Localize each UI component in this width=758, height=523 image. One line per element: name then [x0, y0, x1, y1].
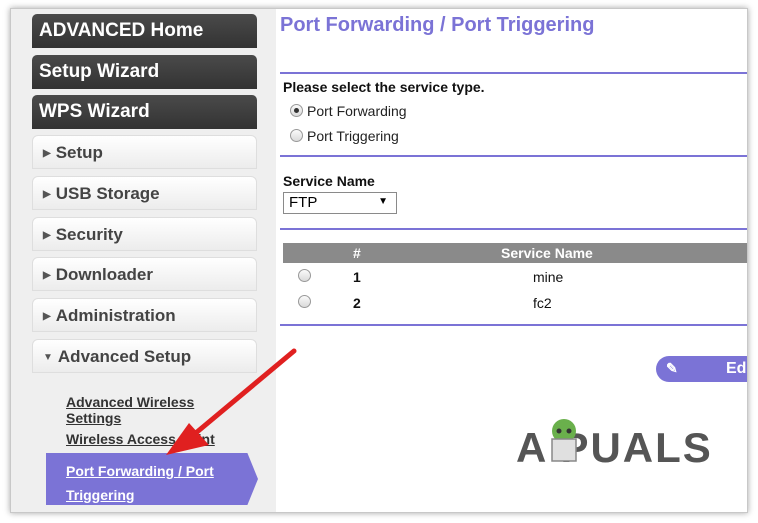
service-name-select[interactable]: FTP ▼ [283, 192, 397, 214]
sidebar-item-setup[interactable]: ▶ Setup [32, 135, 257, 169]
row-number: 2 [353, 295, 361, 311]
table-row[interactable]: 2 fc2 [283, 291, 747, 315]
submenu-label: Port Forwarding / Port [66, 463, 214, 479]
edit-button[interactable]: ✎ Edit [656, 356, 747, 382]
setup-wizard-label: Setup Wizard [39, 61, 160, 82]
sidebar-item-label: Setup [55, 143, 103, 162]
page-title: Port Forwarding / Port Triggering [280, 14, 595, 36]
service-name-value: FTP [289, 194, 318, 211]
row-select-radio[interactable] [298, 295, 311, 308]
main-content: Port Forwarding / Port Triggering Please… [276, 9, 747, 512]
sidebar-item-usb-storage[interactable]: ▶ USB Storage [32, 176, 257, 210]
column-header-service-name: Service Name [501, 245, 593, 261]
row-select-radio[interactable] [298, 269, 311, 282]
triangle-right-icon: ▶ [43, 189, 51, 200]
service-type-label: Please select the service type. [283, 79, 485, 95]
advanced-home-label: ADVANCED Home [39, 20, 204, 41]
wps-wizard-button[interactable]: WPS Wizard [32, 95, 257, 129]
sidebar-nav: ADVANCED Home Setup Wizard WPS Wizard ▶ S… [11, 9, 276, 512]
radio-port-forwarding[interactable]: Port Forwarding [290, 103, 407, 119]
sidebar-item-administration[interactable]: ▶ Administration [32, 298, 257, 332]
triangle-right-icon: ▶ [43, 148, 51, 159]
divider [280, 72, 747, 74]
watermark-mascot-icon [551, 419, 577, 462]
submenu-label: Triggering [66, 487, 135, 503]
service-table-header: # Service Name [283, 243, 747, 263]
sidebar-item-downloader[interactable]: ▶ Downloader [32, 257, 257, 291]
dropdown-arrow-icon: ▼ [378, 196, 388, 207]
triangle-right-icon: ▶ [43, 270, 51, 281]
submenu-port-forwarding-active[interactable]: Port Forwarding / Port Triggering [46, 453, 258, 505]
radio-button-checked[interactable] [290, 104, 303, 117]
row-number: 1 [353, 269, 361, 285]
sidebar-item-label: USB Storage [55, 184, 160, 203]
radio-button[interactable] [290, 129, 303, 142]
wps-wizard-label: WPS Wizard [39, 101, 150, 122]
sidebar-item-label: Advanced Setup [57, 347, 192, 366]
divider [280, 155, 747, 157]
router-admin-window: ADVANCED Home Setup Wizard WPS Wizard ▶ S… [10, 8, 748, 513]
triangle-right-icon: ▶ [43, 311, 51, 322]
pencil-icon: ✎ [666, 360, 678, 376]
table-row[interactable]: 1 mine [283, 265, 747, 289]
submenu-port-forwarding-link[interactable]: Port Forwarding / Port Triggering [66, 459, 214, 505]
sidebar-item-label: Downloader [55, 265, 153, 284]
submenu-wireless-access-point[interactable]: Wireless Access Point [66, 431, 215, 447]
advanced-home-button[interactable]: ADVANCED Home [32, 14, 257, 48]
sidebar-item-label: Administration [55, 306, 176, 325]
setup-wizard-button[interactable]: Setup Wizard [32, 55, 257, 89]
radio-label: Port Forwarding [307, 103, 407, 119]
divider [280, 228, 747, 230]
submenu-advanced-wireless-settings[interactable]: Advanced Wireless Settings [66, 394, 194, 426]
submenu-label: Advanced Wireless [66, 394, 195, 410]
column-header-number: # [353, 245, 361, 261]
service-name-label: Service Name [283, 173, 375, 189]
submenu-label: Settings [66, 410, 122, 426]
row-service-name: mine [533, 269, 564, 285]
row-service-name: fc2 [533, 295, 552, 311]
sidebar-item-label: Security [55, 225, 123, 244]
submenu-label: Wireless Access Point [66, 431, 215, 447]
triangle-right-icon: ▶ [43, 230, 51, 241]
sidebar-item-advanced-setup[interactable]: ▼ Advanced Setup [32, 339, 257, 373]
edit-label: Edit [726, 360, 747, 377]
radio-label: Port Triggering [307, 128, 399, 144]
radio-port-triggering[interactable]: Port Triggering [290, 128, 399, 144]
triangle-down-icon: ▼ [43, 352, 53, 363]
sidebar-item-security[interactable]: ▶ Security [32, 217, 257, 251]
divider [280, 324, 747, 326]
